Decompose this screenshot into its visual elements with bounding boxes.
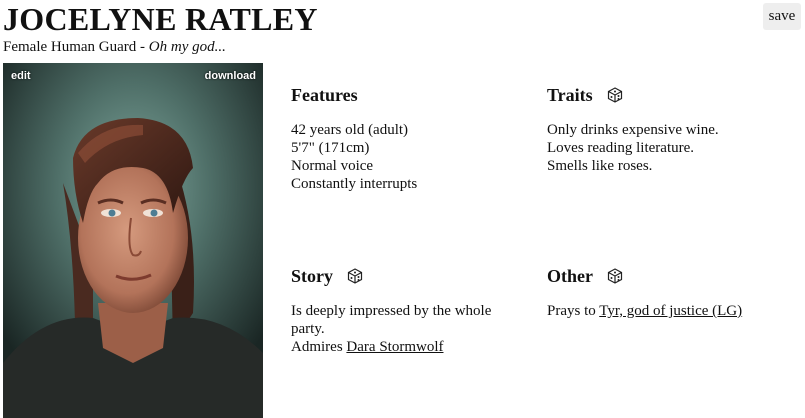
other-prays: Prays to Tyr, god of justice (LG)	[547, 302, 797, 320]
other-text: Prays to Tyr, god of justice (LG)	[547, 302, 797, 320]
features-list: 42 years old (adult) 5'7" (171cm) Normal…	[291, 121, 521, 193]
dice-icon[interactable]	[607, 87, 623, 103]
character-portrait: edit download	[3, 63, 263, 418]
deity-link[interactable]: Tyr, god of justice (LG)	[599, 303, 742, 319]
features-section: Features 42 years old (adult) 5'7" (171c…	[291, 84, 521, 193]
character-subtitle: Female Human Guard - Oh my god...	[3, 38, 226, 56]
character-quote: Oh my god...	[148, 39, 226, 55]
story-admires: Admires Dara Stormwolf	[291, 338, 521, 356]
trait-item: Only drinks expensive wine.	[547, 122, 719, 138]
story-line: Is deeply impressed by the whole party.	[291, 303, 492, 337]
dice-icon[interactable]	[347, 268, 363, 284]
story-section: Story Is deeply impressed by the whole p…	[291, 265, 521, 356]
dice-icon[interactable]	[607, 268, 623, 284]
other-section: Other Prays to Tyr, god of justice (LG)	[547, 265, 797, 320]
prays-prefix: Prays to	[547, 303, 600, 319]
traits-list: Only drinks expensive wine. Loves readin…	[547, 121, 777, 175]
story-text: Is deeply impressed by the whole party. …	[291, 302, 521, 356]
character-name: JOCELYNE RATLEY	[3, 1, 318, 37]
admired-character-link[interactable]: Dara Stormwolf	[346, 339, 443, 355]
story-heading: Story	[291, 266, 333, 286]
feature-habit: Constantly interrupts	[291, 176, 418, 192]
features-heading: Features	[291, 85, 358, 105]
download-portrait-button[interactable]: download	[205, 70, 256, 82]
trait-item: Loves reading literature.	[547, 140, 695, 156]
edit-portrait-button[interactable]: edit	[11, 70, 31, 82]
feature-height: 5'7" (171cm)	[291, 140, 370, 156]
feature-voice: Normal voice	[291, 158, 374, 174]
trait-item: Smells like roses.	[547, 158, 653, 174]
admires-prefix: Admires	[291, 339, 347, 355]
other-heading: Other	[547, 266, 593, 286]
save-button[interactable]: save	[763, 3, 801, 30]
character-descriptor: Female Human Guard	[3, 39, 137, 55]
subtitle-separator: -	[136, 39, 149, 55]
traits-section: Traits Only drinks expensive wine. Loves…	[547, 84, 777, 175]
feature-age: 42 years old (adult)	[291, 122, 409, 138]
traits-heading: Traits	[547, 85, 593, 105]
portrait-image	[3, 63, 263, 418]
